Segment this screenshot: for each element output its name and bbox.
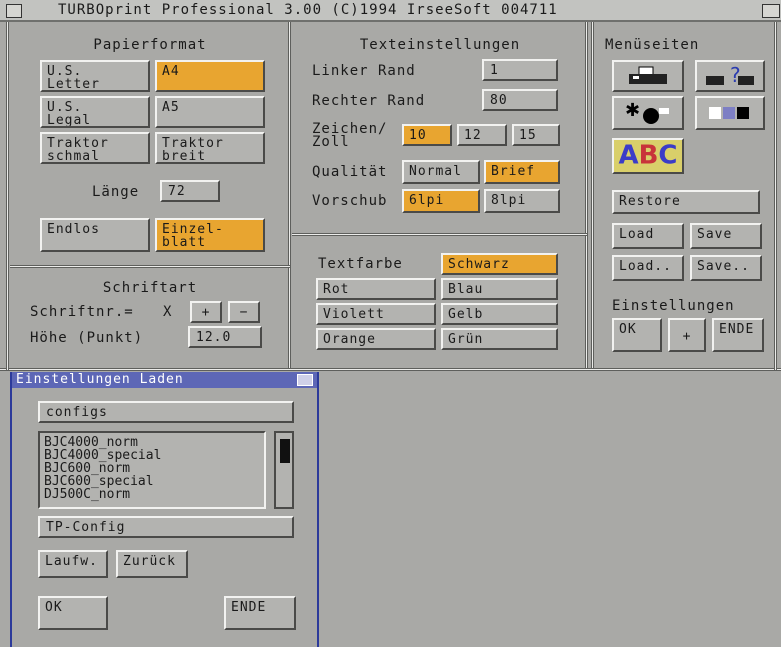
save-as-button[interactable]: Save.. <box>690 255 762 281</box>
printer-question-icon: ? <box>706 64 754 87</box>
zeichen-zoll-label: Zeichen/ Zoll <box>312 121 388 150</box>
schriftnr-value: X <box>163 304 173 320</box>
printer-settings-button[interactable]: ? <box>695 60 765 92</box>
color-blau-button[interactable]: Blau <box>441 278 558 300</box>
texteinstellungen-heading: Texteinstellungen <box>359 37 521 53</box>
traktor-breit-button[interactable]: Traktor breit <box>155 132 265 164</box>
printer-page-button[interactable] <box>612 60 684 92</box>
einzelblatt-button[interactable]: Einzel- blatt <box>155 218 265 252</box>
schriftnr-label: Schriftnr.= <box>30 304 134 320</box>
einstellungen-label: Einstellungen <box>612 298 735 314</box>
cpi-10-button[interactable]: 10 <box>402 124 452 146</box>
svg-text:✱: ✱ <box>625 100 641 121</box>
window-title-bar[interactable]: TURBOprint Professional 3.00 (C)1994 Irs… <box>0 0 781 22</box>
close-gadget-icon[interactable] <box>6 4 22 18</box>
color-gruen-button[interactable]: Grün <box>441 328 558 350</box>
laenge-field[interactable]: 72 <box>160 180 220 202</box>
us-legal-button[interactable]: U.S. Legal <box>40 96 150 128</box>
abc-icon: ABC <box>618 140 678 171</box>
window-title: TURBOprint Professional 3.00 (C)1994 Irs… <box>58 2 558 18</box>
schriftnr-plus-button[interactable]: + <box>190 301 222 323</box>
laden-ende-button[interactable]: ENDE <box>224 596 296 630</box>
linker-rand-label: Linker Rand <box>312 63 416 79</box>
printer-icon <box>629 66 667 84</box>
file-list[interactable]: BJC4000_norm BJC4000_special BJC600_norm… <box>38 431 266 509</box>
rechter-rand-field[interactable]: 80 <box>482 89 558 111</box>
list-scrollbar[interactable] <box>274 431 294 509</box>
divider <box>10 265 290 268</box>
linker-rand-field[interactable]: 1 <box>482 59 558 81</box>
graphics-page-button[interactable]: ✱ <box>612 96 684 130</box>
save-button[interactable]: Save <box>690 223 762 249</box>
laufwerk-button[interactable]: Laufw. <box>38 550 108 578</box>
qualitaet-brief-button[interactable]: Brief <box>484 160 560 184</box>
load-button[interactable]: Load <box>612 223 684 249</box>
file-field[interactable]: TP-Config <box>38 516 294 538</box>
divider <box>0 368 781 371</box>
ende-button[interactable]: ENDE <box>712 318 764 352</box>
drawer-field[interactable]: configs <box>38 401 294 423</box>
divider <box>292 233 587 236</box>
color-page-button[interactable] <box>695 96 765 130</box>
cpi-15-button[interactable]: 15 <box>512 124 560 146</box>
zurueck-button[interactable]: Zurück <box>116 550 188 578</box>
a5-button[interactable]: A5 <box>155 96 265 128</box>
rechter-rand-label: Rechter Rand <box>312 93 426 109</box>
ok-button[interactable]: OK <box>612 318 662 352</box>
hoehe-field[interactable]: 12.0 <box>188 326 262 348</box>
color-swatch-icon <box>709 107 749 119</box>
cpi-12-button[interactable]: 12 <box>457 124 507 146</box>
endlos-button[interactable]: Endlos <box>40 218 150 252</box>
divider <box>288 22 291 370</box>
divider <box>585 22 588 370</box>
depth-gadget-icon[interactable] <box>297 374 313 386</box>
scrollbar-thumb[interactable] <box>280 439 290 463</box>
schriftart-heading: Schriftart <box>102 280 198 296</box>
list-item[interactable]: DJ500C_norm <box>44 488 260 501</box>
bomb-icon: ✱ <box>625 100 669 124</box>
divider <box>6 22 9 370</box>
qualitaet-label: Qualität <box>312 164 388 180</box>
vorschub-6lpi-button[interactable]: 6lpi <box>402 189 480 213</box>
color-violett-button[interactable]: Violett <box>316 303 436 325</box>
color-schwarz-button[interactable]: Schwarz <box>441 253 558 275</box>
vorschub-8lpi-button[interactable]: 8lpi <box>484 189 560 213</box>
divider <box>774 22 777 370</box>
depth-gadget-icon[interactable] <box>762 4 780 18</box>
plus-button[interactable]: + <box>668 318 706 352</box>
schriftnr-minus-button[interactable]: − <box>228 301 260 323</box>
text-page-button[interactable]: ABC <box>612 138 684 174</box>
restore-button[interactable]: Restore <box>612 190 760 214</box>
us-letter-button[interactable]: U.S. Letter <box>40 60 150 92</box>
qualitaet-normal-button[interactable]: Normal <box>402 160 480 184</box>
divider <box>591 22 594 370</box>
color-orange-button[interactable]: Orange <box>316 328 436 350</box>
laden-window-title[interactable]: Einstellungen Laden <box>12 372 317 388</box>
a4-button[interactable]: A4 <box>155 60 265 92</box>
einstellungen-laden-window: Einstellungen Laden configs BJC4000_norm… <box>10 372 319 647</box>
textfarbe-label: Textfarbe <box>318 256 403 272</box>
traktor-schmal-button[interactable]: Traktor schmal <box>40 132 150 164</box>
hoehe-label: Höhe (Punkt) <box>30 330 144 346</box>
laden-ok-button[interactable]: OK <box>38 596 108 630</box>
menueseiten-heading: Menüseiten <box>605 37 700 53</box>
color-rot-button[interactable]: Rot <box>316 278 436 300</box>
papierformat-heading: Papierformat <box>93 37 207 53</box>
load-as-button[interactable]: Load.. <box>612 255 684 281</box>
color-gelb-button[interactable]: Gelb <box>441 303 558 325</box>
laenge-label: Länge <box>92 184 140 200</box>
vorschub-label: Vorschub <box>312 193 388 209</box>
